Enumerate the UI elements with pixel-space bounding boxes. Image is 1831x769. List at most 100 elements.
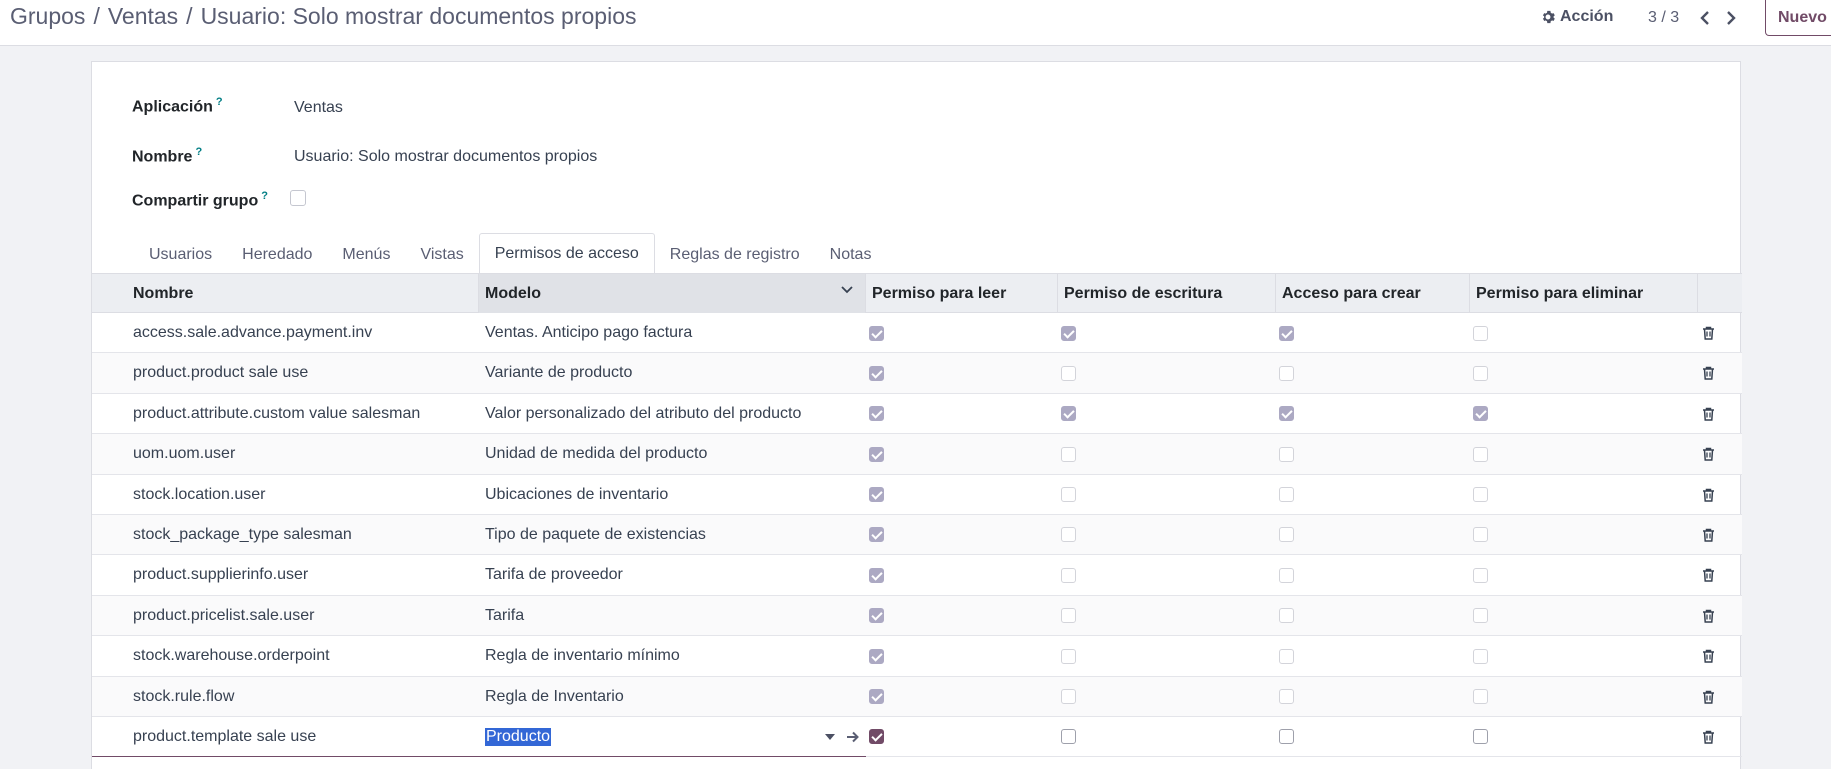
perm-unlink-checkbox[interactable] xyxy=(1473,567,1488,583)
perm-read-checkbox[interactable] xyxy=(869,608,884,624)
trash-icon[interactable] xyxy=(1702,313,1715,353)
table-row[interactable]: uom.uom.user Unidad de medida del product… xyxy=(92,434,1742,475)
trash-icon[interactable] xyxy=(1702,717,1715,757)
perm-read-checkbox[interactable] xyxy=(869,325,884,341)
perm-unlink-checkbox[interactable] xyxy=(1473,527,1488,543)
perm-write-checkbox[interactable] xyxy=(1061,648,1076,664)
perm-create-checkbox[interactable] xyxy=(1279,729,1294,745)
column-header-modelo[interactable]: Modelo xyxy=(479,274,866,313)
perm-unlink-checkbox[interactable] xyxy=(1473,365,1488,381)
breadcrumb-item-grupos[interactable]: Grupos xyxy=(10,3,85,29)
cell-model[interactable]: Regla de inventario mínimo xyxy=(485,636,680,676)
perm-write-checkbox[interactable] xyxy=(1061,406,1076,422)
cell-name[interactable]: product.template sale use xyxy=(133,717,316,757)
perm-unlink-checkbox[interactable] xyxy=(1473,325,1488,341)
column-header-nombre[interactable]: Nombre xyxy=(92,274,479,313)
cell-model[interactable]: Tarifa de proveedor xyxy=(485,555,623,595)
perm-write-checkbox[interactable] xyxy=(1061,608,1076,624)
perm-write-checkbox[interactable] xyxy=(1061,365,1076,381)
perm-write-checkbox[interactable] xyxy=(1061,325,1076,341)
model-input[interactable]: Producto xyxy=(485,717,552,757)
perm-create-checkbox[interactable] xyxy=(1279,406,1294,422)
perm-write-checkbox[interactable] xyxy=(1061,567,1076,583)
perm-create-checkbox[interactable] xyxy=(1279,648,1294,664)
cell-name[interactable]: stock.warehouse.orderpoint xyxy=(133,636,330,676)
table-row[interactable]: stock.rule.flow Regla de Inventario xyxy=(92,676,1742,717)
name-field[interactable]: Usuario: Solo mostrar documentos propios xyxy=(294,148,597,166)
perm-unlink-checkbox[interactable] xyxy=(1473,689,1488,705)
perm-read-checkbox[interactable] xyxy=(869,527,884,543)
cell-model[interactable]: Tarifa xyxy=(485,596,524,636)
tab-menus[interactable]: Menús xyxy=(327,235,405,275)
pager-next-button[interactable] xyxy=(1721,6,1741,30)
help-marker[interactable]: ? xyxy=(261,190,268,202)
cell-name[interactable]: stock.rule.flow xyxy=(133,677,234,717)
cell-name[interactable]: product.pricelist.sale.user xyxy=(133,596,314,636)
table-row[interactable]: access.sale.advance.payment.inv Ventas. A… xyxy=(92,313,1742,354)
trash-icon[interactable] xyxy=(1702,475,1715,515)
perm-read-checkbox[interactable] xyxy=(869,689,884,705)
table-row[interactable]: stock.location.user Ubicaciones de invent… xyxy=(92,475,1742,515)
cell-name[interactable]: access.sale.advance.payment.inv xyxy=(133,313,372,353)
perm-read-checkbox[interactable] xyxy=(869,446,884,462)
perm-read-checkbox[interactable] xyxy=(869,406,884,422)
cell-model[interactable]: Valor personalizado del atributo del pro… xyxy=(485,394,801,434)
perm-write-checkbox[interactable] xyxy=(1061,487,1076,503)
perm-read-checkbox[interactable] xyxy=(869,729,884,745)
help-marker[interactable]: ? xyxy=(195,146,202,158)
trash-icon[interactable] xyxy=(1702,515,1715,555)
tab-usuarios[interactable]: Usuarios xyxy=(134,235,227,275)
cell-model[interactable]: Ventas. Anticipo pago factura xyxy=(485,313,692,353)
perm-read-checkbox[interactable] xyxy=(869,487,884,503)
table-row[interactable]: product.product sale use Variante de prod… xyxy=(92,353,1742,394)
trash-icon[interactable] xyxy=(1702,353,1715,393)
perm-create-checkbox[interactable] xyxy=(1279,487,1294,503)
table-row[interactable]: stock_package_type salesman Tipo de paque… xyxy=(92,514,1742,556)
perm-write-checkbox[interactable] xyxy=(1061,527,1076,543)
tab-permisos-de-acceso[interactable]: Permisos de acceso xyxy=(478,233,655,275)
trash-icon[interactable] xyxy=(1702,596,1715,636)
perm-unlink-checkbox[interactable] xyxy=(1473,608,1488,624)
trash-icon[interactable] xyxy=(1702,434,1715,474)
pager-previous-button[interactable] xyxy=(1695,6,1715,30)
trash-icon[interactable] xyxy=(1702,394,1715,434)
tab-heredado[interactable]: Heredado xyxy=(227,235,327,275)
column-header-create[interactable]: Acceso para crear xyxy=(1276,274,1470,313)
breadcrumb-item-ventas[interactable]: Ventas xyxy=(108,3,178,29)
application-field[interactable]: Ventas xyxy=(294,99,343,117)
arrow-right-icon[interactable] xyxy=(846,717,860,757)
cell-name[interactable]: product.attribute.custom value salesman xyxy=(133,394,420,434)
perm-create-checkbox[interactable] xyxy=(1279,689,1294,705)
share-group-checkbox[interactable] xyxy=(290,190,306,206)
trash-icon[interactable] xyxy=(1702,636,1715,676)
cell-name[interactable]: stock.location.user xyxy=(133,475,266,515)
column-header-read[interactable]: Permiso para leer xyxy=(866,274,1058,313)
tab-vistas[interactable]: Vistas xyxy=(405,235,478,275)
perm-create-checkbox[interactable] xyxy=(1279,325,1294,341)
action-button[interactable]: Acción xyxy=(1541,8,1613,26)
perm-create-checkbox[interactable] xyxy=(1279,446,1294,462)
perm-unlink-checkbox[interactable] xyxy=(1473,648,1488,664)
cell-model[interactable]: Ubicaciones de inventario xyxy=(485,475,668,515)
perm-unlink-checkbox[interactable] xyxy=(1473,406,1488,422)
column-header-delete[interactable]: Permiso para eliminar xyxy=(1470,274,1698,313)
perm-read-checkbox[interactable] xyxy=(869,365,884,381)
perm-write-checkbox[interactable] xyxy=(1061,446,1076,462)
cell-name[interactable]: uom.uom.user xyxy=(133,434,235,474)
perm-unlink-checkbox[interactable] xyxy=(1473,729,1488,745)
trash-icon[interactable] xyxy=(1702,555,1715,595)
perm-create-checkbox[interactable] xyxy=(1279,567,1294,583)
cell-model[interactable]: Unidad de medida del producto xyxy=(485,434,707,474)
table-row[interactable]: product.pricelist.sale.user Tarifa xyxy=(92,595,1742,637)
perm-read-checkbox[interactable] xyxy=(869,567,884,583)
pager-value[interactable]: 3 / 3 xyxy=(1648,9,1679,27)
cell-name[interactable]: product.product sale use xyxy=(133,353,308,393)
perm-read-checkbox[interactable] xyxy=(869,648,884,664)
cell-name[interactable]: stock_package_type salesman xyxy=(133,515,352,555)
table-row[interactable]: stock.warehouse.orderpoint Regla de inven… xyxy=(92,636,1742,677)
perm-unlink-checkbox[interactable] xyxy=(1473,446,1488,462)
caret-down-icon[interactable] xyxy=(825,717,835,757)
trash-icon[interactable] xyxy=(1702,677,1715,717)
tab-notas[interactable]: Notas xyxy=(815,235,887,275)
cell-model[interactable]: Tipo de paquete de existencias xyxy=(485,515,706,555)
